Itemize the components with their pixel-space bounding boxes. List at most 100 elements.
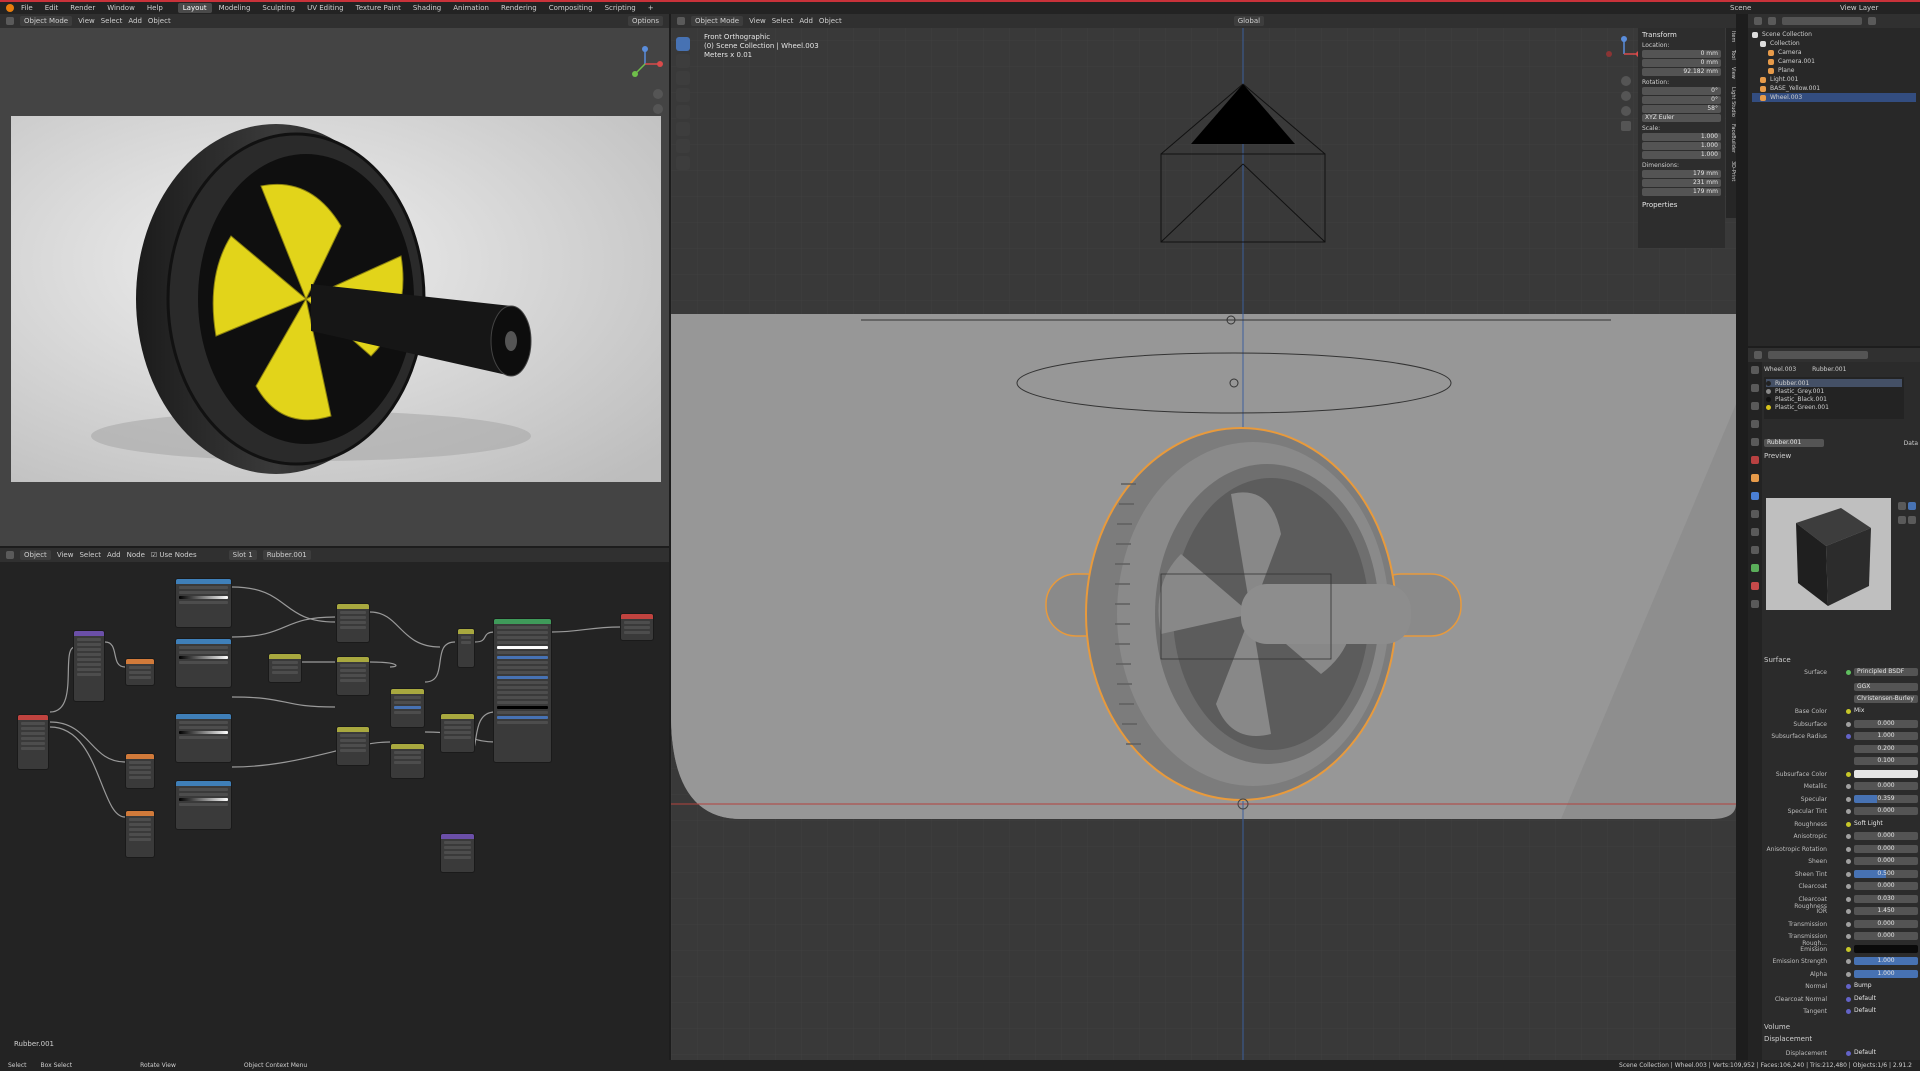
surface-panel-title[interactable]: Surface <box>1764 656 1918 664</box>
editor-type-icon[interactable] <box>6 17 14 25</box>
bsdf-row-value[interactable]: 1.000 <box>1854 957 1918 965</box>
node-editor[interactable]: Object View Select Add Node ☑ Use Nodes … <box>0 548 669 1060</box>
menu-add[interactable]: Add <box>107 551 121 559</box>
color-ramp-node-3[interactable] <box>175 713 232 763</box>
surface-shader-dropdown[interactable]: Principled BSDF <box>1854 668 1918 676</box>
tab-shading[interactable]: Shading <box>408 3 446 13</box>
physics-tab-icon[interactable] <box>1751 528 1759 536</box>
transform-tool[interactable] <box>676 122 690 136</box>
outliner-item-plane[interactable]: Plane <box>1752 66 1916 75</box>
editor-type-icon[interactable] <box>6 551 14 559</box>
render-viewport[interactable]: Object Mode View Select Add Object Optio… <box>0 14 669 546</box>
mix-rgb-node-4[interactable] <box>390 688 425 728</box>
bsdf-row-value[interactable] <box>1854 769 1918 778</box>
bsdf-row-value[interactable]: 0.000 <box>1854 844 1918 853</box>
material-slot-rubber[interactable]: Rubber.001 <box>1766 379 1902 387</box>
bsdf-row-value[interactable] <box>1854 944 1918 953</box>
bsdf-row-value[interactable]: 0.000 <box>1854 832 1918 840</box>
bsdf-row-value[interactable]: 0.000 <box>1854 932 1918 940</box>
dimensions-y-field[interactable]: 231 mm <box>1642 179 1721 187</box>
dimensions-z-field[interactable]: 179 mm <box>1642 188 1721 196</box>
scale-tool[interactable] <box>676 105 690 119</box>
principled-bsdf-node[interactable] <box>493 618 552 763</box>
rotation-y-field[interactable]: 0° <box>1642 96 1721 104</box>
tab-item[interactable]: Item <box>1730 31 1736 42</box>
bump-node[interactable] <box>440 833 475 873</box>
bsdf-row-value[interactable]: 0.000 <box>1854 857 1918 865</box>
menu-node[interactable]: Node <box>127 551 145 559</box>
mix-rgb-node-6[interactable] <box>440 713 475 753</box>
noise-texture-node-2[interactable] <box>125 753 155 789</box>
material-output-node[interactable] <box>620 613 654 641</box>
mapping-node[interactable] <box>73 630 105 702</box>
view-layer-tab-icon[interactable] <box>1751 420 1759 428</box>
constraints-tab-icon[interactable] <box>1751 546 1759 554</box>
distribution-dropdown[interactable]: GGX <box>1854 683 1918 691</box>
bsdf-row-value[interactable]: 0.000 <box>1854 807 1918 815</box>
display-mode-icon[interactable] <box>1768 17 1776 25</box>
outliner[interactable]: Scene Collection Collection Camera Camer… <box>1748 14 1920 346</box>
outliner-item-light[interactable]: Light.001 <box>1752 75 1916 84</box>
modifier-tab-icon[interactable] <box>1751 492 1759 500</box>
blender-logo-icon[interactable] <box>6 4 14 12</box>
bsdf-row-value[interactable]: 0.359 <box>1854 794 1918 803</box>
tab-sculpting[interactable]: Sculpting <box>257 3 300 13</box>
noise-texture-node[interactable] <box>125 658 155 686</box>
rotate-tool[interactable] <box>676 88 690 102</box>
menu-view[interactable]: View <box>57 551 74 559</box>
render-tab-icon[interactable] <box>1751 384 1759 392</box>
editor-type-icon[interactable] <box>1754 351 1762 359</box>
tab-compositing[interactable]: Compositing <box>544 3 598 13</box>
outliner-item-wheel[interactable]: Wheel.003 <box>1752 93 1916 102</box>
tab-3d-print[interactable]: 3D-Print <box>1730 161 1736 181</box>
scale-x-field[interactable]: 1.000 <box>1642 133 1721 141</box>
location-z-field[interactable]: 92.182 mm <box>1642 68 1721 76</box>
outliner-root[interactable]: Scene Collection <box>1752 30 1916 39</box>
bsdf-row-value[interactable]: 0.000 <box>1854 719 1918 728</box>
zoom-icon[interactable] <box>1621 76 1631 86</box>
texture-tab-icon[interactable] <box>1751 600 1759 608</box>
tab-texture-paint[interactable]: Texture Paint <box>351 3 406 13</box>
tab-tool[interactable]: Tool <box>1730 50 1736 60</box>
location-x-field[interactable]: 0 mm <box>1642 50 1721 58</box>
material-selector[interactable]: Rubber.001 <box>262 550 311 560</box>
bsdf-row-value[interactable]: Default <box>1854 995 1918 1003</box>
menu-add[interactable]: Add <box>128 17 142 25</box>
math-node[interactable] <box>268 653 302 683</box>
preview-plane-icon[interactable] <box>1898 516 1906 524</box>
tool-tab-icon[interactable] <box>1751 366 1759 374</box>
pan-icon[interactable] <box>653 104 663 114</box>
mix-rgb-node[interactable] <box>336 603 370 643</box>
scene-tab-icon[interactable] <box>1751 438 1759 446</box>
tab-layout[interactable]: Layout <box>177 3 212 13</box>
location-y-field[interactable]: 0 mm <box>1642 59 1721 67</box>
scale-z-field[interactable]: 1.000 <box>1642 151 1721 159</box>
select-box-tool[interactable] <box>676 37 690 51</box>
data-link-dropdown[interactable]: Data <box>1904 440 1918 447</box>
bsdf-row-value[interactable]: Bump <box>1854 982 1918 990</box>
mix-rgb-node-7[interactable] <box>457 628 475 668</box>
preview-hair-icon[interactable] <box>1908 516 1917 524</box>
bsdf-row-value[interactable]: Soft Light <box>1854 820 1918 828</box>
color-ramp-node-4[interactable] <box>175 780 232 830</box>
outliner-item-camera[interactable]: Camera <box>1752 48 1916 57</box>
camera-view-icon[interactable] <box>1621 106 1631 116</box>
texture-coordinate-node[interactable] <box>17 714 49 770</box>
options-button[interactable]: Options <box>627 16 663 26</box>
world-tab-icon[interactable] <box>1751 456 1759 464</box>
outliner-search-input[interactable] <box>1782 17 1862 25</box>
view-layer-selector[interactable]: View Layer <box>1840 4 1878 12</box>
output-tab-icon[interactable] <box>1751 402 1759 410</box>
menu-select[interactable]: Select <box>79 551 101 559</box>
measure-tool[interactable] <box>676 156 690 170</box>
rotation-mode-dropdown[interactable]: XYZ Euler <box>1642 114 1721 122</box>
material-tab-icon[interactable] <box>1751 582 1759 590</box>
scale-y-field[interactable]: 1.000 <box>1642 142 1721 150</box>
preview-sphere-icon[interactable] <box>1898 502 1906 510</box>
menu-add[interactable]: Add <box>799 17 813 25</box>
outliner-item-camera-001[interactable]: Camera.001 <box>1752 57 1916 66</box>
rotation-x-field[interactable]: 0° <box>1642 87 1721 95</box>
displacement-value[interactable]: Default <box>1854 1049 1918 1057</box>
bsdf-row-value[interactable]: Mix <box>1854 707 1918 715</box>
filter-icon[interactable] <box>1868 17 1876 25</box>
